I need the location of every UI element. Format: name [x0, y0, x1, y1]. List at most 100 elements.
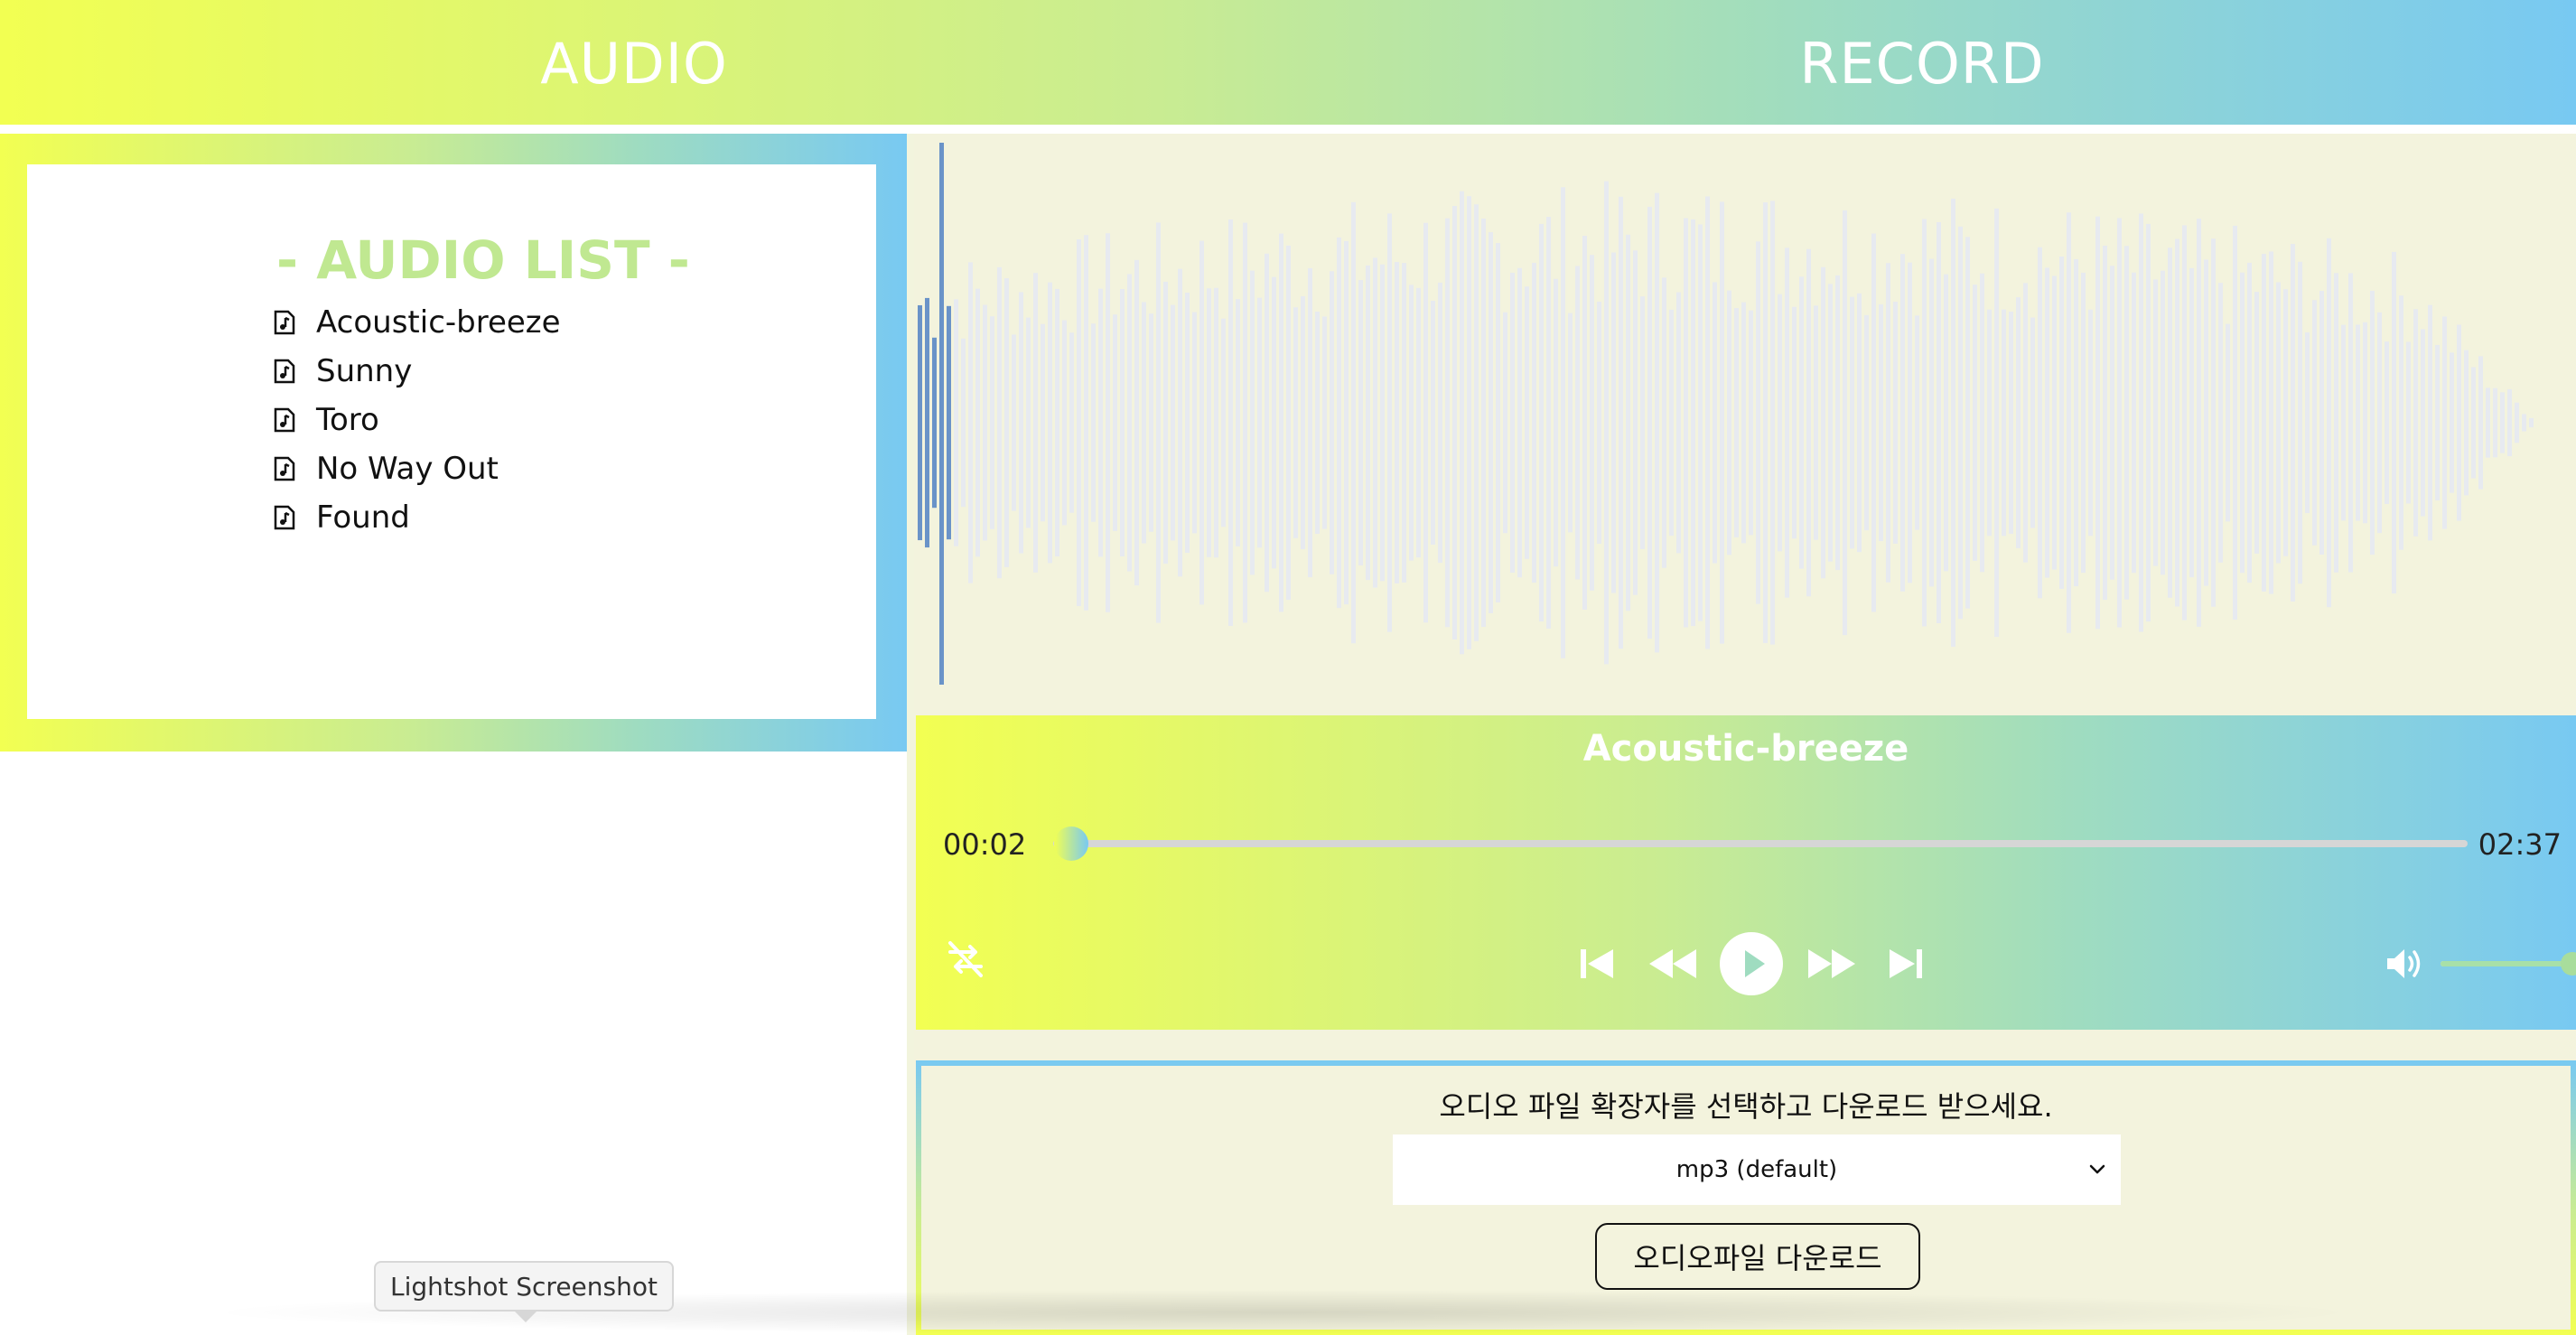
waveform-bar — [1973, 285, 1977, 561]
waveform-bar — [1416, 287, 1421, 558]
music-file-icon — [274, 505, 295, 530]
audio-list-item[interactable]: Acoustic-breeze — [273, 298, 561, 347]
volume-slider[interactable] — [2441, 961, 2572, 966]
waveform-bar — [1669, 309, 1674, 537]
waveform-bar — [1315, 312, 1320, 534]
download-button[interactable]: 오디오파일 다운로드 — [1595, 1223, 1920, 1290]
waveform-bar — [2146, 223, 2151, 622]
waveform-bar — [1619, 196, 1623, 649]
waveform-bar — [1257, 297, 1262, 548]
waveform-bar — [1539, 223, 1544, 622]
music-file-icon — [274, 310, 295, 335]
waveform-bar — [1734, 308, 1739, 537]
audio-list-item-label: Found — [316, 499, 410, 536]
volume-knob[interactable] — [2561, 952, 2576, 976]
waveform-bar — [1532, 262, 1536, 583]
waveform-bar — [2088, 309, 2093, 537]
tooltip-tail — [515, 1312, 537, 1322]
waveform-bar — [1207, 288, 1211, 557]
waveform-bar — [1915, 315, 1919, 530]
progress-bar[interactable] — [1053, 840, 2468, 847]
tab-audio[interactable]: AUDIO — [0, 0, 1268, 125]
skip-previous-icon[interactable] — [1577, 947, 1617, 981]
waveform-bar — [1517, 267, 1522, 578]
waveform-bar — [1785, 247, 1789, 598]
waveform-bar — [2161, 270, 2165, 575]
waveform-bar — [1720, 201, 1724, 644]
waveform-bar — [1004, 278, 1009, 567]
waveform-bar — [2435, 344, 2440, 501]
waveform-bar — [1019, 292, 1023, 554]
waveform-bar — [1575, 266, 1580, 580]
waveform-bar — [2023, 283, 2028, 563]
waveform-bar — [2327, 238, 2331, 608]
download-box: 오디오 파일 확장자를 선택하고 다운로드 받으세요. mp3 (default… — [916, 1060, 2576, 1335]
waveform-bar — [2052, 275, 2057, 570]
waveform-bar — [1228, 219, 1233, 626]
waveform-bar — [1142, 302, 1146, 544]
waveform-bar — [1640, 296, 1645, 549]
repeat-icon[interactable] — [945, 939, 986, 979]
waveform-bar — [1698, 224, 1703, 621]
audio-list-panel: - AUDIO LIST - Acoustic-breeze Sunny Tor… — [0, 134, 907, 752]
waveform-bar — [2074, 258, 2078, 587]
waveform-bar — [1243, 222, 1247, 623]
waveform-bar — [2529, 417, 2534, 428]
waveform-bar — [1272, 276, 1276, 569]
waveform-bar — [1373, 257, 1377, 588]
waveform-bar — [918, 304, 922, 541]
audio-list-card: - AUDIO LIST - Acoustic-breeze Sunny Tor… — [27, 164, 876, 719]
nav-divider — [0, 125, 2576, 134]
waveform-bar — [1265, 253, 1269, 593]
fast-forward-icon[interactable] — [1806, 947, 1857, 981]
waveform-bar — [947, 305, 951, 540]
waveform-bar — [2002, 309, 2006, 537]
waveform-bar — [2045, 267, 2049, 578]
waveform-bar — [2262, 254, 2266, 592]
waveform-bar — [1460, 191, 1464, 655]
volume-icon[interactable] — [2385, 945, 2424, 983]
waveform-bar — [1879, 303, 1883, 542]
waveform-bar — [1156, 222, 1161, 623]
waveform-bar — [2291, 244, 2295, 602]
waveform-bar — [1293, 307, 1298, 538]
waveform-bar — [1322, 316, 1327, 529]
audio-list-item[interactable]: Found — [273, 493, 561, 542]
waveform-bar — [1041, 323, 1045, 522]
waveform-bar — [2442, 316, 2447, 529]
tab-record[interactable]: RECORD — [1268, 0, 2576, 125]
play-button[interactable] — [1720, 932, 1783, 995]
waveform-bar — [1778, 294, 1782, 552]
waveform-bar — [2298, 261, 2302, 584]
waveform-bar — [2059, 256, 2064, 590]
waveform[interactable] — [914, 134, 2576, 712]
waveform-bar — [1814, 305, 1818, 540]
waveform-bar — [1221, 318, 1226, 527]
waveform-bar — [1358, 280, 1363, 565]
format-select[interactable]: mp3 (default) — [1393, 1134, 2121, 1205]
waveform-bar — [2334, 273, 2338, 573]
waveform-bar — [2413, 309, 2418, 537]
waveform-bar — [2132, 272, 2136, 574]
audio-list-item[interactable]: No Way Out — [273, 444, 561, 493]
progress-knob[interactable] — [1054, 826, 1089, 861]
waveform-bar — [1864, 314, 1869, 531]
audio-list-item[interactable]: Toro — [273, 396, 561, 444]
total-time: 02:37 — [2478, 827, 2562, 862]
waveform-bar — [1633, 250, 1638, 595]
playhead-cursor[interactable] — [939, 143, 944, 685]
waveform-bar — [2168, 247, 2172, 598]
waveform-bar — [1850, 296, 1854, 549]
rewind-icon[interactable] — [1647, 947, 1698, 981]
waveform-bar — [2038, 247, 2042, 599]
audio-list-item[interactable]: Sunny — [273, 347, 561, 396]
waveform-bar — [1026, 317, 1031, 528]
waveform-bar — [1871, 233, 1876, 612]
waveform-bar — [1178, 268, 1182, 577]
waveform-bar — [1647, 206, 1652, 639]
waveform-bar — [1713, 282, 1717, 564]
skip-next-icon[interactable] — [1886, 947, 1926, 981]
waveform-bar — [1351, 201, 1356, 644]
waveform-bar — [1792, 306, 1797, 539]
waveform-bar — [1799, 276, 1804, 569]
